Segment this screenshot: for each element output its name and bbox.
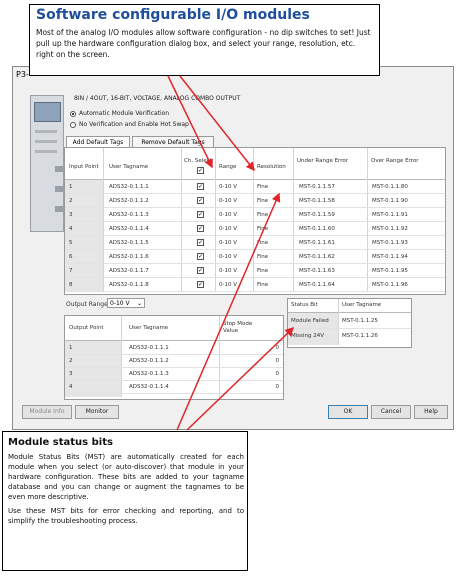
callout-paragraph: Module Status Bits (MST) are automatical… xyxy=(8,453,244,501)
callout-paragraph: Use these MST bits for error checking an… xyxy=(8,507,244,525)
callout-module-status: Module status bits Module Status Bits (M… xyxy=(2,431,248,571)
arrow-to-under-range xyxy=(176,192,281,431)
callout-text: Most of the analog I/O modules allow sof… xyxy=(36,28,371,59)
callout-title: Module status bits xyxy=(8,437,113,448)
callout-software-config: Software configurable I/O modules Most o… xyxy=(29,4,380,76)
callout-title: Software configurable I/O modules xyxy=(36,7,310,23)
arrow-to-module-failed xyxy=(186,326,295,431)
callout-text: Module Status Bits (MST) are automatical… xyxy=(8,452,244,526)
